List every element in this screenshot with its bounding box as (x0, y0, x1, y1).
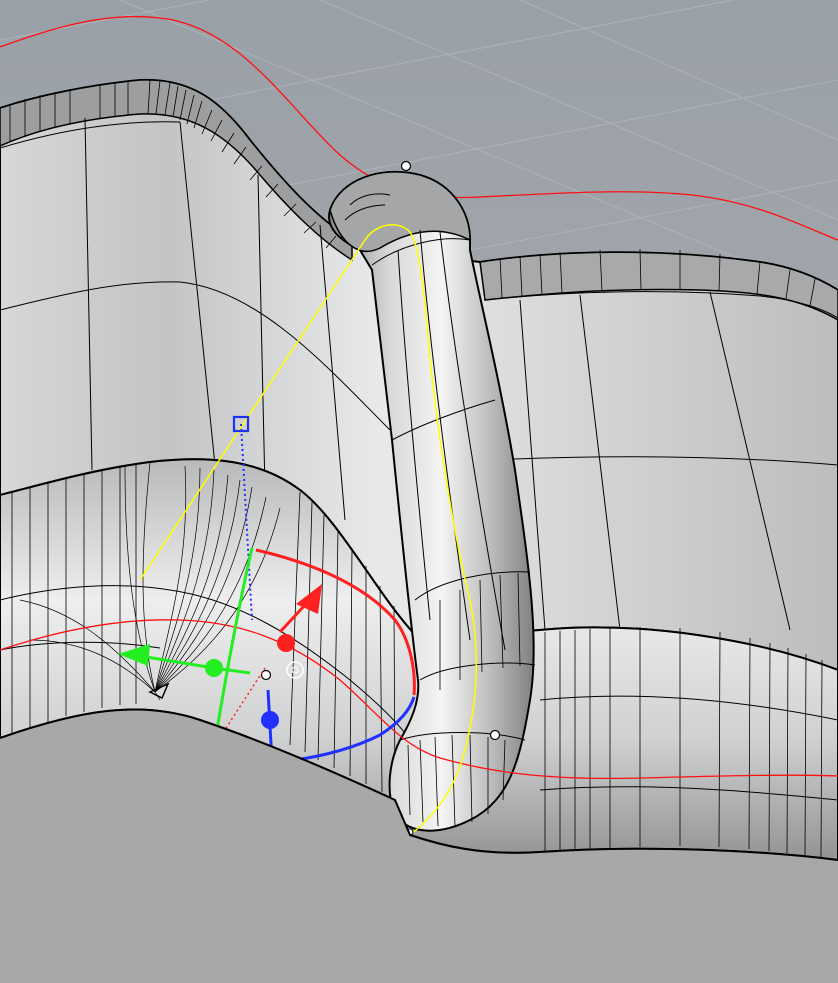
control-point[interactable] (400, 160, 412, 172)
gumball-z-scale-dot[interactable] (261, 711, 279, 729)
gumball-y-scale-dot[interactable] (205, 659, 223, 677)
control-point[interactable] (489, 729, 501, 741)
3d-viewport[interactable] (0, 0, 838, 983)
gumball-x-scale-dot[interactable] (277, 634, 295, 652)
viewport-canvas[interactable] (0, 0, 838, 983)
control-point[interactable] (260, 669, 272, 681)
